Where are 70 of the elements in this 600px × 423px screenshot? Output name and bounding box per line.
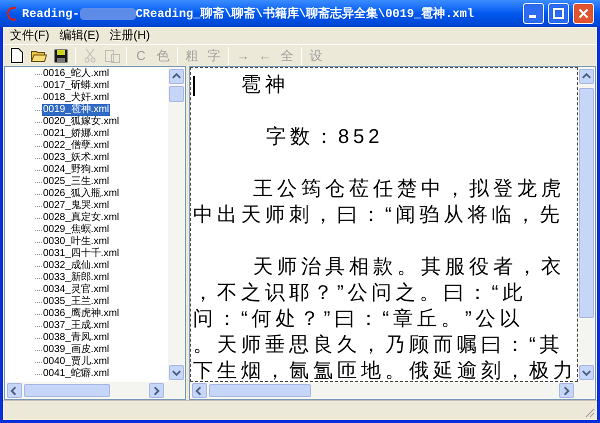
scroll-thumb[interactable]	[209, 384, 311, 397]
document-line: ，不之识耶？”公问之。曰：“此	[193, 281, 526, 306]
resize-grip-icon	[583, 406, 595, 418]
new-document-icon	[11, 48, 23, 63]
maximize-button[interactable]	[548, 3, 569, 24]
tree-item[interactable]: 0020_狐嫁女.xml	[42, 116, 120, 128]
minimize-icon	[529, 15, 536, 18]
tree-item[interactable]: 0030_叶生.xml	[42, 236, 110, 248]
scroll-arrow-button[interactable]	[169, 365, 184, 380]
minimize-button[interactable]	[523, 3, 544, 24]
document-line: 字数：852	[266, 125, 384, 150]
menu-item[interactable]: 文件(F)	[5, 27, 54, 44]
tree-item[interactable]: 0041_蛇癖.xml	[42, 368, 110, 380]
tree-item[interactable]: 0024_野狗.xml	[42, 164, 110, 176]
window-title: Reading-	[22, 6, 80, 22]
tree-item[interactable]: 0017_斫蟒.xml	[42, 80, 110, 92]
tree-item[interactable]: 0038_青凤.xml	[42, 332, 110, 344]
menu-item[interactable]: 编辑(E)	[54, 27, 104, 44]
tree-item[interactable]: 0018_犬奸.xml	[42, 92, 110, 104]
tree-item[interactable]: 0037_王成.xml	[42, 320, 110, 332]
scroll-arrow-button[interactable]	[579, 365, 594, 380]
folder-icon	[31, 49, 47, 62]
scroll-arrow-button[interactable]	[169, 69, 184, 84]
tree-item[interactable]: 0028_真定女.xml	[42, 212, 120, 224]
scroll-thumb[interactable]	[579, 88, 594, 318]
menu-item[interactable]: 注册(H)	[104, 27, 155, 44]
tree-item[interactable]: 0021_娇娜.xml	[42, 128, 110, 140]
document-line: 。天师垂思良久，乃顾而嘱曰：“其	[193, 333, 564, 358]
tree-item[interactable]: 0040_贾儿.xml	[42, 356, 110, 368]
scroll-thumb[interactable]	[24, 384, 110, 397]
scroll-thumb[interactable]	[169, 86, 184, 102]
window-title: CReading_聊斋\聊斋\书籍库\聊斋志异全集\0019_雹神.xml	[136, 6, 474, 22]
tree-item[interactable]: 0023_妖术.xml	[42, 152, 110, 164]
scroll-arrow-button[interactable]	[192, 383, 207, 398]
tree-item[interactable]: 0027_鬼哭.xml	[42, 200, 110, 212]
tree-item[interactable]: 0031_四十千.xml	[42, 248, 120, 260]
vertical-scrollbar[interactable]	[578, 67, 595, 382]
scissors-icon	[84, 48, 96, 63]
document-line: 天师治具相款。其服役者，衣	[253, 255, 565, 280]
app-logo-icon	[6, 6, 18, 22]
tree-item[interactable]: 0032_成仙.xml	[42, 260, 110, 272]
vertical-scrollbar[interactable]	[168, 67, 185, 382]
tree-item[interactable]: 0029_焦螟.xml	[42, 224, 110, 236]
document-line: 王公筠仓莅任楚中，拟登龙虎	[253, 177, 565, 202]
document-line: 问：“何处？”曰：“章丘。”公以	[193, 307, 524, 332]
tree-item[interactable]: 0035_王兰.xml	[42, 296, 110, 308]
close-button[interactable]	[573, 3, 594, 24]
document-line: 中出天师刺，曰：“闻驺从将临，先	[193, 203, 564, 228]
tree-item[interactable]: 0025_三生.xml	[42, 176, 110, 188]
tree-item[interactable]: 0022_僧孽.xml	[42, 140, 110, 152]
text-cursor	[193, 76, 195, 96]
scroll-arrow-button[interactable]	[7, 383, 22, 398]
tree-item[interactable]: 0033_新郎.xml	[42, 272, 110, 284]
maximize-icon	[553, 8, 564, 19]
document-line: 雹神	[241, 73, 289, 98]
scroll-arrow-button[interactable]	[579, 69, 594, 84]
tree-item[interactable]: 0019_雹神.xml	[42, 104, 110, 116]
tree-item[interactable]: 0036_鹰虎神.xml	[42, 308, 120, 320]
close-icon	[578, 8, 589, 19]
horizontal-scrollbar[interactable]	[5, 382, 185, 399]
clipboard-icon	[104, 48, 120, 62]
scroll-arrow-button[interactable]	[149, 383, 164, 398]
tree-item[interactable]: 0026_狐入瓶.xml	[42, 188, 120, 200]
horizontal-scrollbar[interactable]	[190, 382, 595, 399]
tree-item[interactable]: 0034_灵官.xml	[42, 284, 110, 296]
tree-item[interactable]: 0016_蛇人.xml	[42, 68, 110, 80]
tree-item[interactable]: 0039_画皮.xml	[42, 344, 110, 356]
document-line: 下生烟，氤氲匝地。俄延逾刻，极力	[193, 359, 577, 381]
scroll-arrow-button[interactable]	[559, 383, 574, 398]
redacted-block	[80, 8, 136, 20]
